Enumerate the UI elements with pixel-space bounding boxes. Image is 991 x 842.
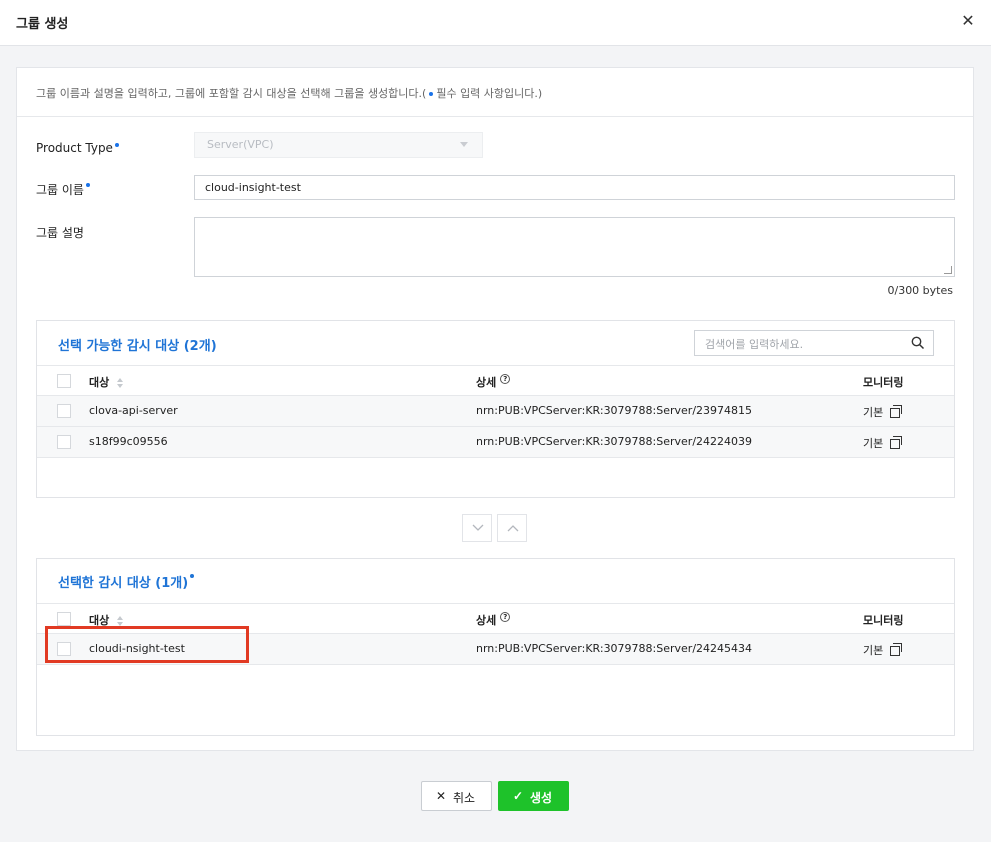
create-button[interactable]: ✓ 생성 <box>498 781 569 811</box>
available-table-header: 대상 상세? 모니터링 <box>37 365 954 396</box>
copy-icon[interactable] <box>890 405 903 418</box>
column-header-name[interactable]: 대상 <box>89 374 124 390</box>
select-all-checkbox[interactable] <box>57 374 71 388</box>
highlight-box <box>45 626 249 663</box>
cancel-button[interactable]: ✕ 취소 <box>421 781 492 811</box>
chevron-down-icon <box>472 524 484 531</box>
row-detail: nrn:PUB:VPCServer:KR:3079788:Server/2397… <box>476 404 753 417</box>
copy-icon[interactable] <box>890 436 903 449</box>
sort-icon[interactable] <box>117 616 124 626</box>
group-name-label: 그룹 이름 <box>36 181 90 198</box>
select-all-checkbox[interactable] <box>57 612 71 626</box>
group-desc-textarea[interactable] <box>194 217 955 277</box>
description-tail: 필수 입력 사항입니다.) <box>436 87 543 100</box>
product-type-value: Server(VPC) <box>207 138 274 151</box>
column-header-detail: 상세? <box>476 374 511 390</box>
help-icon[interactable]: ? <box>500 612 511 622</box>
row-monitoring: 기본 <box>863 404 903 420</box>
create-label: 생성 <box>530 791 553 805</box>
product-type-select[interactable]: Server(VPC) <box>194 132 483 158</box>
search-placeholder: 검색어를 입력하세요. <box>705 338 804 351</box>
required-dot-icon <box>429 92 434 96</box>
search-icon[interactable] <box>911 336 925 350</box>
row-detail: nrn:PUB:VPCServer:KR:3079788:Server/2422… <box>476 435 753 448</box>
sort-icon[interactable] <box>117 378 124 388</box>
available-targets-panel: 선택 가능한 감시 대상 (2개) 검색어를 입력하세요. 대상 상세? 모니터… <box>36 320 955 498</box>
form-card: 그룹 이름과 설명을 입력하고, 그룹에 포함할 감시 대상을 선택해 그룹을 … <box>16 67 974 751</box>
cancel-label: 취소 <box>453 791 476 805</box>
row-monitoring: 기본 <box>863 642 903 658</box>
search-input[interactable]: 검색어를 입력하세요. <box>694 330 934 356</box>
selected-targets-title: 선택한 감시 대상 (1개) <box>58 572 195 591</box>
resize-handle-icon[interactable] <box>944 266 952 274</box>
group-name-input[interactable]: cloud-insight-test <box>194 175 955 200</box>
close-icon[interactable]: ✕ <box>959 12 977 30</box>
column-header-monitoring: 모니터링 <box>863 376 904 389</box>
required-dot-icon <box>114 143 119 147</box>
required-dot-icon <box>190 574 195 578</box>
row-monitoring: 기본 <box>863 435 903 451</box>
form-description: 그룹 이름과 설명을 입력하고, 그룹에 포함할 감시 대상을 선택해 그룹을 … <box>17 68 973 117</box>
required-dot-icon <box>85 183 90 187</box>
dialog-header: 그룹 생성 ✕ <box>0 0 991 46</box>
group-desc-label: 그룹 설명 <box>36 226 84 240</box>
column-header-monitoring: 모니터링 <box>863 614 904 627</box>
column-header-detail: 상세? <box>476 612 511 628</box>
row-checkbox[interactable] <box>57 404 71 418</box>
row-checkbox[interactable] <box>57 435 71 449</box>
byte-counter: 0/300 bytes <box>887 284 953 297</box>
table-row[interactable]: clova-api-server nrn:PUB:VPCServer:KR:30… <box>37 396 954 427</box>
help-icon[interactable]: ? <box>500 374 511 384</box>
row-name: s18f99c09556 <box>89 435 168 448</box>
product-type-label: Product Type <box>36 141 119 155</box>
move-up-button[interactable] <box>497 514 527 542</box>
copy-icon[interactable] <box>890 643 903 656</box>
move-down-button[interactable] <box>462 514 492 542</box>
dialog-title: 그룹 생성 <box>16 17 69 32</box>
chevron-up-icon <box>507 525 519 532</box>
available-targets-title: 선택 가능한 감시 대상 (2개) <box>58 339 217 354</box>
row-name: clova-api-server <box>89 404 178 417</box>
table-row[interactable]: s18f99c09556 nrn:PUB:VPCServer:KR:307978… <box>37 427 954 458</box>
row-detail: nrn:PUB:VPCServer:KR:3079788:Server/2424… <box>476 642 753 655</box>
description-text: 그룹 이름과 설명을 입력하고, 그룹에 포함할 감시 대상을 선택해 그룹을 … <box>36 87 427 100</box>
close-icon: ✕ <box>436 789 447 803</box>
check-icon: ✓ <box>513 789 524 803</box>
chevron-down-icon <box>460 142 468 147</box>
